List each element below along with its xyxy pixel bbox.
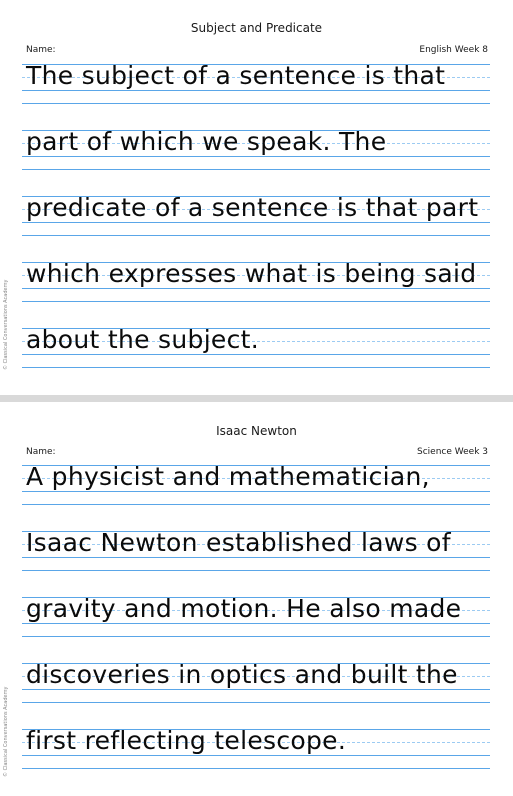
writing-band: part of which we speak. The bbox=[22, 127, 490, 194]
copyright-text: © Classical Conversations Academy bbox=[3, 686, 9, 777]
copy-text-line: The subject of a sentence is that bbox=[26, 61, 446, 90]
writing-band: first reflecting telescope. bbox=[22, 726, 490, 793]
copy-text-line: A physicist and mathematician, bbox=[26, 462, 430, 491]
writing-band: which expresses what is being said bbox=[22, 259, 490, 326]
copy-text-line: part of which we speak. The bbox=[26, 127, 387, 156]
name-label: Name: bbox=[26, 447, 56, 457]
worksheet-title: Isaac Newton bbox=[216, 424, 297, 438]
copy-text-line: discoveries in optics and built the bbox=[26, 660, 458, 689]
week-label: Science Week 3 bbox=[417, 447, 488, 457]
writing-band: predicate of a sentence is that part bbox=[22, 193, 490, 260]
copy-text-line: which expresses what is being said bbox=[26, 259, 477, 288]
worksheet-title: Subject and Predicate bbox=[190, 21, 323, 35]
copy-text-line: Isaac Newton established laws of bbox=[26, 528, 451, 557]
writing-band: The subject of a sentence is that bbox=[22, 61, 490, 128]
copyright-text: © Classical Conversations Academy bbox=[3, 279, 9, 370]
writing-band: Isaac Newton established laws of bbox=[22, 528, 490, 595]
copy-text-line: first reflecting telescope. bbox=[26, 726, 347, 755]
copy-text-line: about the subject. bbox=[26, 325, 260, 354]
writing-band: about the subject. bbox=[22, 325, 490, 392]
writing-band: A physicist and mathematician, bbox=[22, 462, 490, 529]
writing-band: gravity and motion. He also made bbox=[22, 594, 490, 661]
copy-text-line: gravity and motion. He also made bbox=[26, 594, 462, 623]
worksheet-isaac-newton: Isaac Newton Name: Science Week 3 © Clas… bbox=[0, 402, 513, 796]
worksheet-subject-predicate: Subject and Predicate Name: English Week… bbox=[0, 0, 513, 395]
copy-text-line: predicate of a sentence is that part bbox=[26, 193, 479, 222]
name-label: Name: bbox=[26, 45, 56, 55]
writing-band: discoveries in optics and built the bbox=[22, 660, 490, 727]
week-label: English Week 8 bbox=[419, 45, 488, 55]
